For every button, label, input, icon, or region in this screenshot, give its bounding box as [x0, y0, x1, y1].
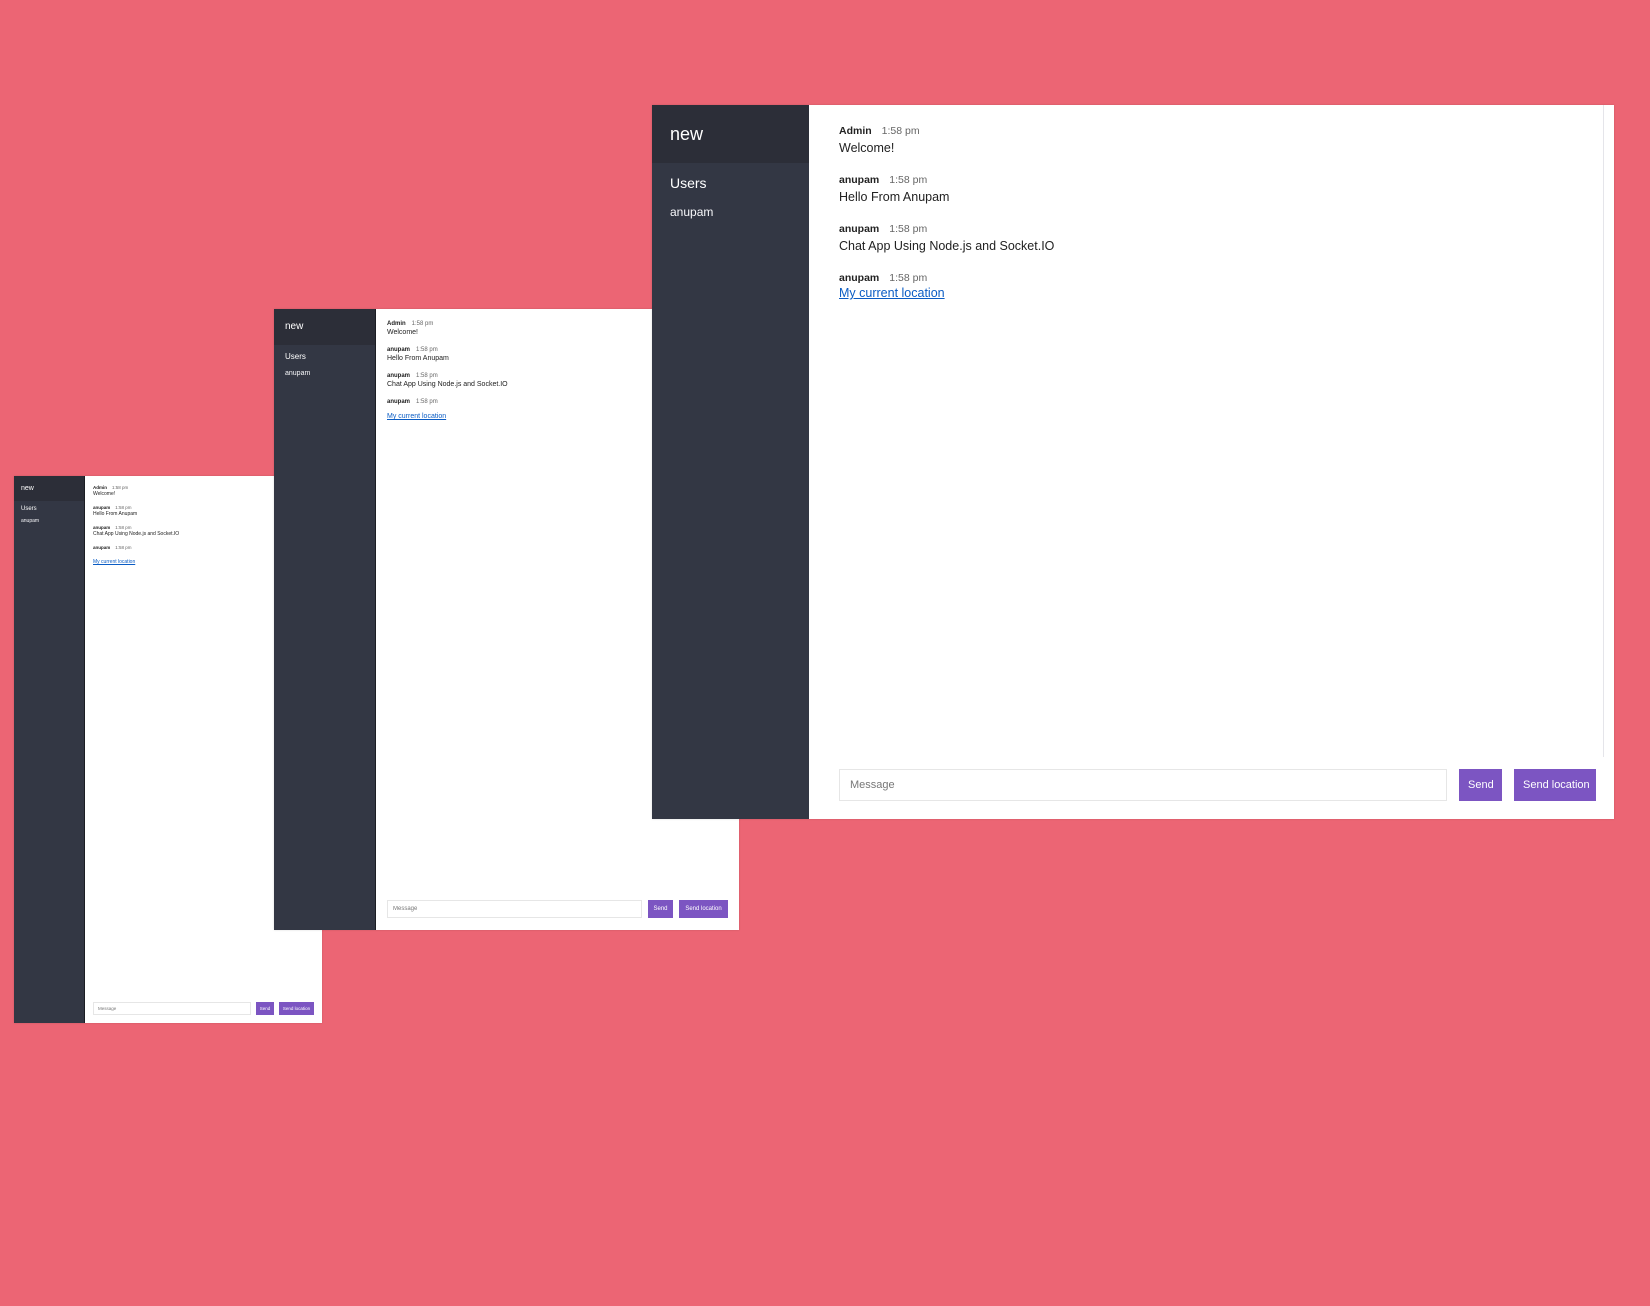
- send-location-button[interactable]: Send location: [679, 900, 728, 918]
- message-username: anupam: [839, 223, 880, 235]
- message-time: 1:58 pm: [889, 174, 928, 186]
- send-button[interactable]: Send: [1459, 769, 1502, 801]
- message-list: Admin 1:58 pm Welcome! anupam 1:58 pm Hell…: [809, 105, 1614, 341]
- user-list-item: anupam: [21, 518, 40, 524]
- message: anupam 1:58 pm Chat App Using Node.js and…: [839, 223, 1584, 253]
- location-link[interactable]: My current location: [839, 286, 945, 300]
- message-username: anupam: [839, 174, 880, 186]
- sidebar: new Users anupam: [274, 309, 375, 930]
- users-heading: Users: [670, 175, 707, 191]
- message: anupam 1:58 pm Hello From Anupam: [839, 174, 1584, 204]
- send-location-button[interactable]: Send location: [279, 1002, 314, 1015]
- message: anupam 1:58 pm My current location: [839, 272, 1584, 302]
- message-username: anupam: [93, 525, 111, 530]
- message-text: Welcome!: [839, 141, 895, 155]
- message-time: 1:58 pm: [416, 347, 438, 353]
- message-username: anupam: [387, 347, 411, 353]
- message-username: anupam: [839, 272, 880, 284]
- location-link[interactable]: My current location: [93, 559, 135, 565]
- message-username: Admin: [839, 125, 872, 137]
- users-heading: Users: [285, 352, 306, 361]
- message-time: 1:58 pm: [889, 223, 928, 235]
- message-time: 1:58 pm: [115, 505, 132, 510]
- room-title: new: [14, 476, 84, 501]
- send-button[interactable]: Send: [648, 900, 673, 918]
- sidebar: new Users anupam: [652, 105, 809, 819]
- message-time: 1:58 pm: [115, 525, 132, 530]
- message: Admin 1:58 pm Welcome!: [839, 125, 1584, 155]
- message-time: 1:58 pm: [881, 125, 920, 137]
- location-link[interactable]: My current location: [387, 413, 446, 420]
- message-username: Admin: [387, 321, 406, 327]
- send-location-button[interactable]: Send location: [1514, 769, 1596, 801]
- message-time: 1:58 pm: [112, 485, 129, 490]
- message-input[interactable]: [387, 900, 642, 918]
- message-text: Hello From Anupam: [839, 190, 950, 204]
- message-text: Chat App Using Node.js and Socket.IO: [839, 239, 1055, 253]
- message-username: anupam: [387, 373, 411, 379]
- message-time: 1:58 pm: [889, 272, 928, 284]
- message-composer: Send Send location: [93, 1002, 314, 1015]
- message-time: 1:58 pm: [411, 321, 434, 327]
- chat-window-large: new Users anupam Admin 1:58 pm Welcome! a…: [652, 105, 1614, 819]
- user-list-item: anupam: [285, 370, 311, 377]
- sidebar: new Users anupam: [14, 476, 84, 1023]
- message-input[interactable]: [93, 1002, 251, 1015]
- message-username: Admin: [93, 485, 107, 490]
- user-list-item: anupam: [670, 205, 714, 219]
- room-title: new: [274, 309, 375, 345]
- room-title: new: [652, 105, 809, 163]
- message-username: anupam: [93, 505, 111, 510]
- users-heading: Users: [21, 506, 37, 512]
- message-input[interactable]: [839, 769, 1447, 801]
- chat-main: Admin 1:58 pm Welcome! anupam 1:58 pm Hell…: [809, 105, 1614, 819]
- message-composer: Send Send location: [387, 900, 728, 918]
- message-time: 1:58 pm: [416, 373, 438, 379]
- message-composer: Send Send location: [839, 769, 1596, 801]
- send-button[interactable]: Send: [256, 1002, 274, 1015]
